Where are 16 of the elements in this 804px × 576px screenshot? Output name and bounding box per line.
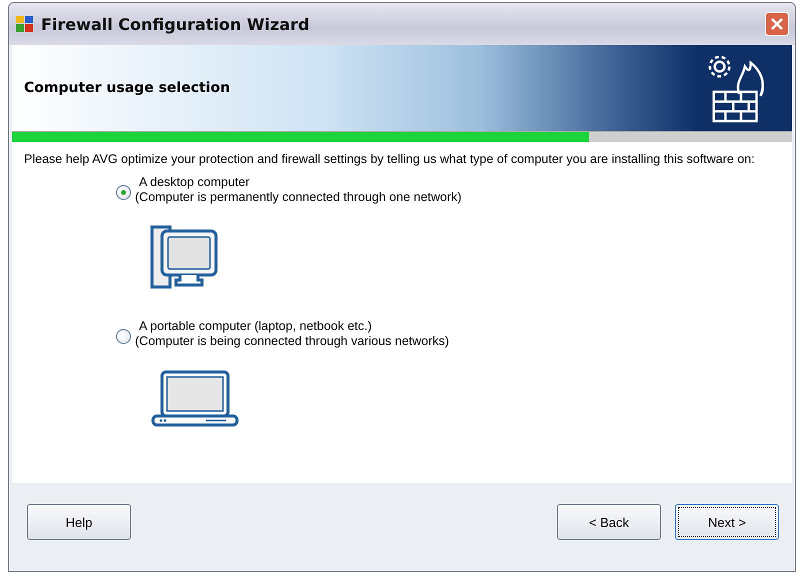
window-title: Firewall Configuration Wizard (41, 14, 310, 34)
back-button[interactable]: < Back (557, 504, 661, 540)
radio-button[interactable] (116, 328, 131, 344)
next-button[interactable]: Next > (675, 504, 779, 540)
close-icon[interactable] (765, 12, 789, 36)
radio-button[interactable] (116, 184, 131, 200)
desktop-computer-icon (150, 225, 220, 289)
option-label: A portable computer (laptop, netbook etc.) (138, 319, 373, 334)
option-description: (Computer is being connected through various networks) (135, 334, 450, 349)
option-label: A desktop computer (138, 175, 250, 190)
app-icon (15, 14, 35, 34)
option-description: (Computer is permanently connected through one network) (135, 190, 462, 205)
intro-text: Please help AVG optimize your protection and firewall settings by telling us what type of computer you are installing this software on: (24, 152, 756, 167)
laptop-icon (150, 369, 240, 429)
page-heading: Computer usage selection (24, 80, 230, 96)
help-button[interactable]: Help (27, 504, 131, 540)
